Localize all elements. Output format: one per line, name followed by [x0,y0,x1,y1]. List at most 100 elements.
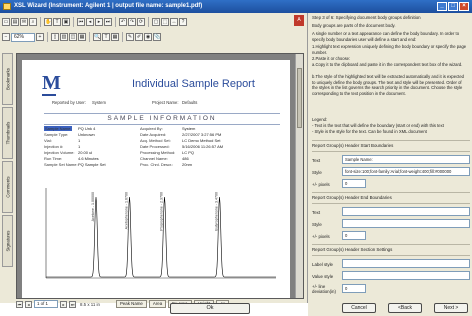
end-text-input[interactable] [342,207,470,216]
document-view[interactable]: M Individual Sample Report Reported by U… [16,53,304,299]
end-style-input[interactable] [342,219,470,228]
maximize-button[interactable]: □ [448,2,458,11]
zoom-select[interactable]: 62% [11,32,35,42]
pdf-icon: A [294,15,304,26]
back-view-icon[interactable]: ↶ [119,18,127,26]
project-label: Project Name: [152,100,179,105]
pencil-icon[interactable]: ✐ [135,33,143,41]
wizard-pane: Step 3 of 6: Specifying document body gr… [308,13,472,316]
page-indicator[interactable]: 1 of 1 [34,300,58,308]
prev-page-icon[interactable]: ◂ [86,18,94,26]
info-label: Sample Name: [44,126,73,131]
info-label: Date Processed: [140,144,170,149]
next-page-button[interactable]: ▸ [60,300,67,308]
close-button[interactable]: × [459,2,469,11]
first-page-button[interactable]: ⏮ [16,300,23,308]
divider [312,203,470,204]
divider [312,151,470,152]
last-page-icon[interactable]: ⏭ [104,18,112,26]
info-value: 20nm [182,162,193,167]
rotate-icon[interactable]: ⟳ [137,18,145,26]
logo-underline [42,94,56,96]
last-page-button[interactable]: ⏭ [69,300,76,308]
toolbar-separator [122,32,123,42]
minimize-button[interactable]: _ [437,2,447,11]
label-style-input[interactable] [342,259,470,268]
tab-peak-name[interactable]: Peak Name [115,300,147,308]
cancel-button[interactable]: Cancel [342,303,376,313]
window-title: XSL Wizard (Instrument: Agilent 1 | outp… [14,3,203,9]
scroll-thumb[interactable] [297,68,302,128]
start-pixels-input[interactable]: 0 [342,179,366,188]
value-style-label: Value style [312,274,334,279]
end-pixels-input[interactable]: 0 [342,231,366,240]
fit-page-icon[interactable]: ⬚ [161,18,169,26]
desc-2: A single number or a text appearance can… [312,31,460,42]
info-value: 4.6 Minutes [78,156,99,161]
start-pixels-label: +/- pixels [312,182,330,187]
chromatogram-chart: Acetone - 1.00000 Acetophenone - 1.6700 Pr… [45,188,276,279]
start-style-input[interactable]: font-size:100;font-family:Arial;font-wei… [342,167,470,176]
tab-comments[interactable]: Comments [2,161,13,213]
pdf-page: M Individual Sample Report Reported by U… [22,60,290,298]
hand-tool-icon[interactable]: ✋ [44,18,52,26]
tab-signatures[interactable]: Signatures [2,215,13,267]
info-label: Channel Name: [140,156,168,161]
info-label: Acq. Method Set: [140,138,171,143]
prev-page-button[interactable]: ◂ [25,300,32,308]
zoom-out-icon[interactable]: − [2,33,10,41]
grid-icon[interactable]: ▦ [111,33,119,41]
next-page-icon[interactable]: ▸ [95,18,103,26]
info-value: 2/27/2007 3:27:56 PM [182,132,222,137]
info-value: LC PQ [182,150,195,155]
print-icon[interactable]: ▤ [11,18,19,26]
snapshot-icon[interactable]: ▣ [62,18,70,26]
forward-view-icon[interactable]: ↷ [128,18,136,26]
first-page-icon[interactable]: ⏮ [77,18,85,26]
tab-bookmarks[interactable]: Bookmarks [2,53,13,105]
info-label: Injection Volume: [44,150,75,155]
next-button[interactable]: Next > [434,303,468,313]
search-icon[interactable]: ⌕ [29,18,37,26]
info-value: PQ Sample Set [78,162,106,167]
info-value: Unknown [78,132,95,137]
note-icon[interactable]: ✎ [126,33,134,41]
section-title: SAMPLE INFORMATION [44,113,280,125]
text-tool-icon[interactable]: T [102,33,110,41]
single-page-icon[interactable]: ▯ [51,33,59,41]
divider [312,255,470,256]
deviation-input[interactable]: 0 [342,284,366,293]
tab-thumbnails[interactable]: Thumbnails [2,107,13,159]
tab-bookmarks-label: Bookmarks [5,68,10,90]
info-label: Injection #: [44,144,64,149]
divider [312,244,470,245]
info-value: System [182,126,196,131]
stamp-icon[interactable]: ◉ [144,33,152,41]
continuous-icon[interactable]: ▥ [60,33,68,41]
info-value: LC Demo Method Set [182,138,221,143]
start-text-input[interactable]: Sample Name: [342,155,470,164]
report-title: Individual Sample Report [132,78,255,90]
info-label: Processing Method: [140,150,176,155]
select-text-icon[interactable]: T [53,18,61,26]
email-icon[interactable]: ✉ [20,18,28,26]
ok-button[interactable]: Ok [170,303,250,314]
facing-icon[interactable]: ◫ [69,33,77,41]
divider [312,140,470,141]
attach-icon[interactable]: 📎 [153,33,161,41]
actual-size-icon[interactable]: ▢ [152,18,160,26]
tab-area[interactable]: Area [148,300,167,308]
continuous-facing-icon[interactable]: ▦ [78,33,86,41]
save-icon[interactable]: ▭ [2,18,10,26]
fit-width-icon[interactable]: ↔ [170,18,178,26]
zoom-tool-icon[interactable]: 🔍 [93,33,101,41]
toolbar-separator [148,17,149,27]
value-style-input[interactable] [342,271,470,280]
zoom-in-icon[interactable]: + [36,33,44,41]
back-button[interactable]: <Back [388,303,422,313]
peak-label: Butyrophenone - 3.4700 [215,192,219,231]
vertical-scrollbar[interactable] [295,54,303,298]
app-icon [3,3,11,10]
help-icon[interactable]: ? [179,18,187,26]
info-label: Vial: [44,138,52,143]
